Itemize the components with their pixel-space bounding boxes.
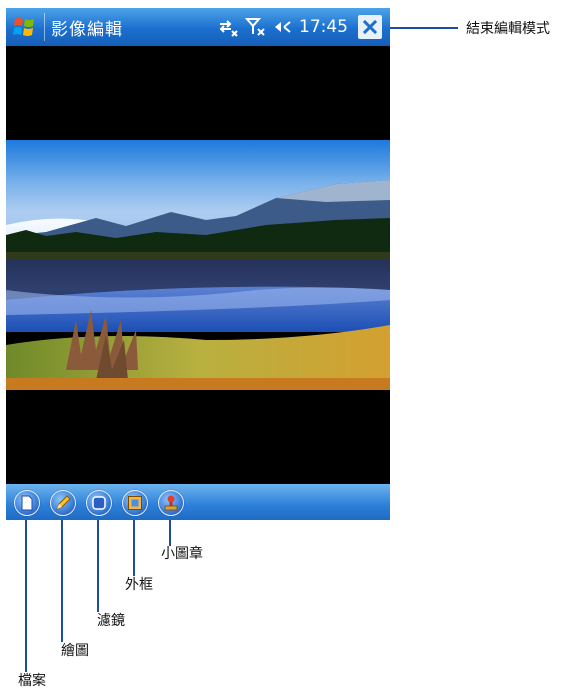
landscape-photo: [6, 140, 390, 390]
bottom-toolbar: [6, 484, 390, 520]
filter-square-icon: [92, 496, 106, 510]
clock[interactable]: 17:45: [299, 17, 348, 37]
stamp-button[interactable]: [158, 490, 184, 516]
start-button[interactable]: [6, 8, 44, 46]
callout-line-draw: [61, 520, 63, 642]
callout-line-frame: [133, 520, 135, 576]
frame-button[interactable]: [122, 490, 148, 516]
stamp-icon: [164, 495, 178, 511]
title-bar: 影像編輯 17:45: [6, 8, 390, 46]
callout-line-exit: [390, 27, 458, 29]
callout-line-file: [25, 520, 27, 672]
callout-line-filter: [97, 520, 99, 612]
status-area: 17:45: [217, 8, 390, 46]
title-separator: [44, 13, 45, 41]
image-canvas[interactable]: [6, 46, 390, 484]
callout-draw: 繪圖: [61, 643, 89, 659]
device-screen: 影像編輯 17:45: [6, 8, 390, 520]
draw-button[interactable]: [50, 490, 76, 516]
windows-flag-icon: [13, 18, 34, 36]
callout-frame: 外框: [125, 577, 153, 593]
file-button[interactable]: [14, 490, 40, 516]
callout-file: 檔案: [18, 673, 46, 689]
frame-icon: [128, 496, 142, 510]
callout-stamp: 小圖章: [161, 546, 203, 562]
pencil-icon: [56, 495, 71, 510]
sync-arrows-icon[interactable]: [217, 17, 239, 37]
callout-filter: 濾鏡: [97, 613, 125, 629]
file-icon: [21, 495, 33, 511]
close-button[interactable]: [358, 15, 382, 39]
app-title: 影像編輯: [51, 19, 123, 40]
close-icon: [362, 19, 378, 35]
callout-exit-edit-mode: 結束編輯模式: [466, 21, 550, 37]
speaker-muted-icon[interactable]: [273, 17, 293, 37]
no-signal-icon[interactable]: [245, 17, 267, 37]
filter-button[interactable]: [86, 490, 112, 516]
